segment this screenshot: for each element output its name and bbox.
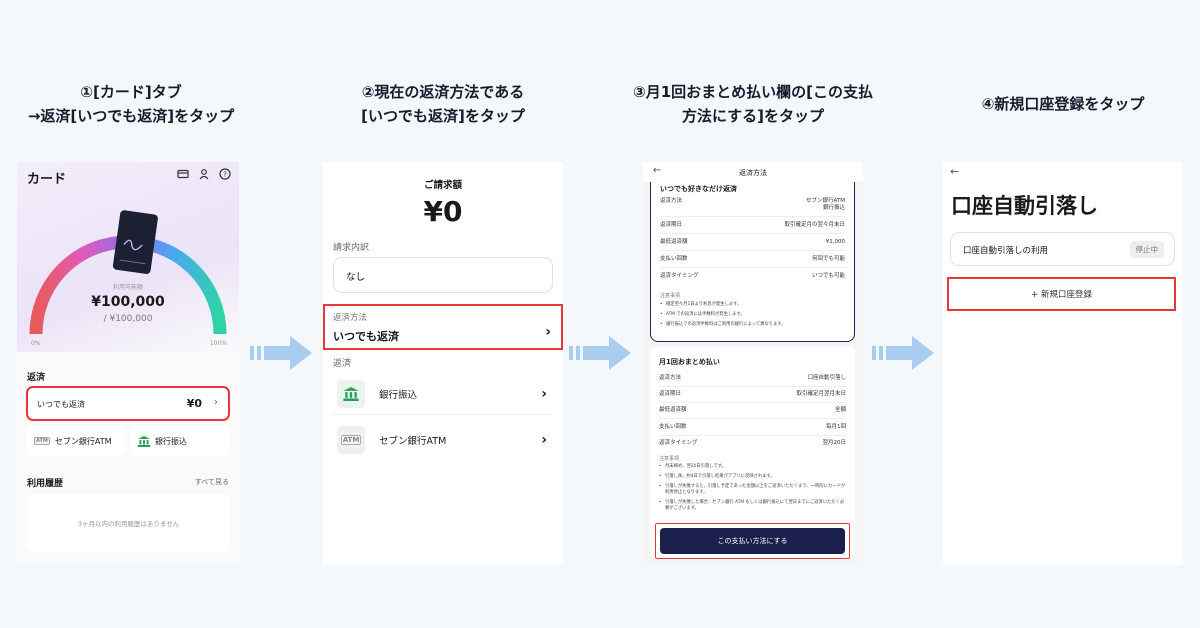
bill-amount: ¥0 [423,195,463,228]
gauge-max-label: 100% [209,340,227,347]
repay-label: 返済 [333,359,352,369]
bank-icon [138,435,150,447]
info-row: 支払い回数 何回でも可能 [660,256,845,262]
bank-transfer-label: 銀行振込 [155,436,187,446]
seven-atm-button[interactable]: ATM セブン銀行ATM › [333,420,553,460]
info-row: 返済方法 口座自動引落し [659,375,846,381]
page-title: 口座自動引落し [951,194,1098,218]
info-row: 支払い回数 毎月1回 [659,424,846,430]
method-value: いつでも返済 [333,330,399,343]
info-row: 返済方法 セブン銀行ATM 銀行振込 [660,198,845,211]
note-item: 月末締め、翌20日引落しです。 [659,464,846,470]
history-empty-box: 3ヶ月以内の利用履歴はありません [27,494,230,552]
gauge-min-label: 0% [31,340,41,347]
auto-debit-label: 口座自動引落しの利用 [963,246,1049,256]
repay-method-button[interactable]: 返済方法 いつでも返済 › [323,304,563,350]
notes-label: 注意事項 [660,293,681,299]
see-all-link[interactable]: すべて見る [195,477,229,487]
chevron-right-icon: › [541,386,547,402]
bank-icon [337,380,365,408]
repay-label: いつでも返済 [37,400,85,409]
seven-atm-label: セブン銀行ATM [379,436,447,447]
info-row: 最低返済額 ¥1,000 [660,239,845,245]
card-tab-screen: カード ? 利用可能額 ¥100,000 / ¥100,000 0% 100% … [17,162,239,565]
step-title-4: ④新規口座登録をタップ [981,95,1145,113]
info-row: 返済期日 取引確定月翌月末日 [659,391,846,397]
note-item: 引落しが失敗すると、引落し予定であった金額以上をご返済いただくまで、一時的にカー… [659,484,846,496]
step-title-2: ②現在の返済方法である [いつでも返済]をタップ [361,83,525,125]
status-badge: 停止中 [1129,241,1164,258]
notes-label: 注意事項 [659,456,680,462]
history-section-title: 利用履歴 [27,479,64,489]
page-title: 返済方法 [739,169,767,177]
seven-atm-label: セブン銀行ATM [54,436,112,446]
credit-limit: / ¥100,000 [103,314,153,324]
history-empty-text: 3ヶ月以内の利用履歴はありません [77,520,180,528]
new-account-register-button[interactable]: + 新規口座登録 [947,277,1176,311]
anytime-repay-card: いつでも好きなだけ返済 返済方法 セブン銀行ATM 銀行振込 返済期日 取引確定月の… [650,182,855,342]
info-row: 返済期日 取引確定月の翌々月末日 [660,222,845,228]
step-title-1: ①[カード]タブ →返済[いつでも返済]をタップ [27,83,235,125]
card-heading: いつでも好きなだけ返済 [660,185,737,193]
card-image [112,210,158,274]
bank-transfer-button[interactable]: 銀行振込 [130,426,230,456]
bank-transfer-button[interactable]: 銀行振込 › [333,374,553,415]
step-title-3: ③月1回おまとめ払い欄の[この支払 方法にする]をタップ [633,83,873,125]
back-arrow-icon[interactable]: ← [950,165,959,178]
note-item: 銀行振込での返済手数料はご利用の銀行によって異なります。 [660,322,845,328]
arrow-icon [250,336,312,370]
auto-debit-status-row: 口座自動引落しの利用 停止中 [950,232,1175,266]
info-row: 返済タイミング 翌月20日 [659,440,846,446]
auto-debit-screen: ← 口座自動引落し 口座自動引落しの利用 停止中 + 新規口座登録 [943,162,1183,565]
arrow-icon [569,336,631,370]
note-item: 確定翌々月1日より利息が発生します。 [660,302,845,308]
atm-icon: ATM [337,426,365,454]
note-item: ATM での返済には手数料が発生します。 [660,312,845,318]
arrow-icon [872,336,934,370]
repay-method-screen: ← 返済方法 いつでも好きなだけ返済 返済方法 セブン銀行ATM 銀行振込 返済期… [643,162,863,565]
chevron-right-icon: › [214,397,218,408]
info-row: 返済タイミング いつでも可能 [660,273,845,279]
anytime-repay-button[interactable]: いつでも返済 ¥0 › [26,386,230,421]
method-label: 返済方法 [333,313,368,323]
note-item: 引落しが失敗した場合、セブン銀行 ATM もしくは銀行振込にて翌日までにご返済い… [659,500,846,512]
chevron-right-icon: › [541,432,547,448]
bill-label: ご請求額 [423,180,462,191]
available-label: 利用可能額 [112,284,143,291]
card-heading: 月1回おまとめ払い [659,358,720,366]
repay-section-title: 返済 [27,373,46,383]
available-amount: ¥100,000 [91,294,165,310]
repay-value: ¥0 [186,397,202,410]
detail-value: なし [333,257,553,293]
atm-icon: ATM [34,437,50,445]
info-row: 最低返済額 全額 [659,407,846,413]
seven-atm-button[interactable]: ATM セブン銀行ATM [26,426,125,456]
detail-label: 請求内訳 [333,243,370,253]
chevron-right-icon: › [545,324,551,340]
select-method-button[interactable]: この支払い方法にする [660,528,845,554]
bill-screen: ご請求額 ¥0 請求内訳 なし 返済方法 いつでも返済 › 返済 銀行振込 › … [323,162,563,565]
note-item: 引落し後、約4日で引落し結果がアプリに反映されます。 [659,474,846,480]
bank-transfer-label: 銀行振込 [379,390,418,401]
button-highlight: この支払い方法にする [655,523,850,559]
